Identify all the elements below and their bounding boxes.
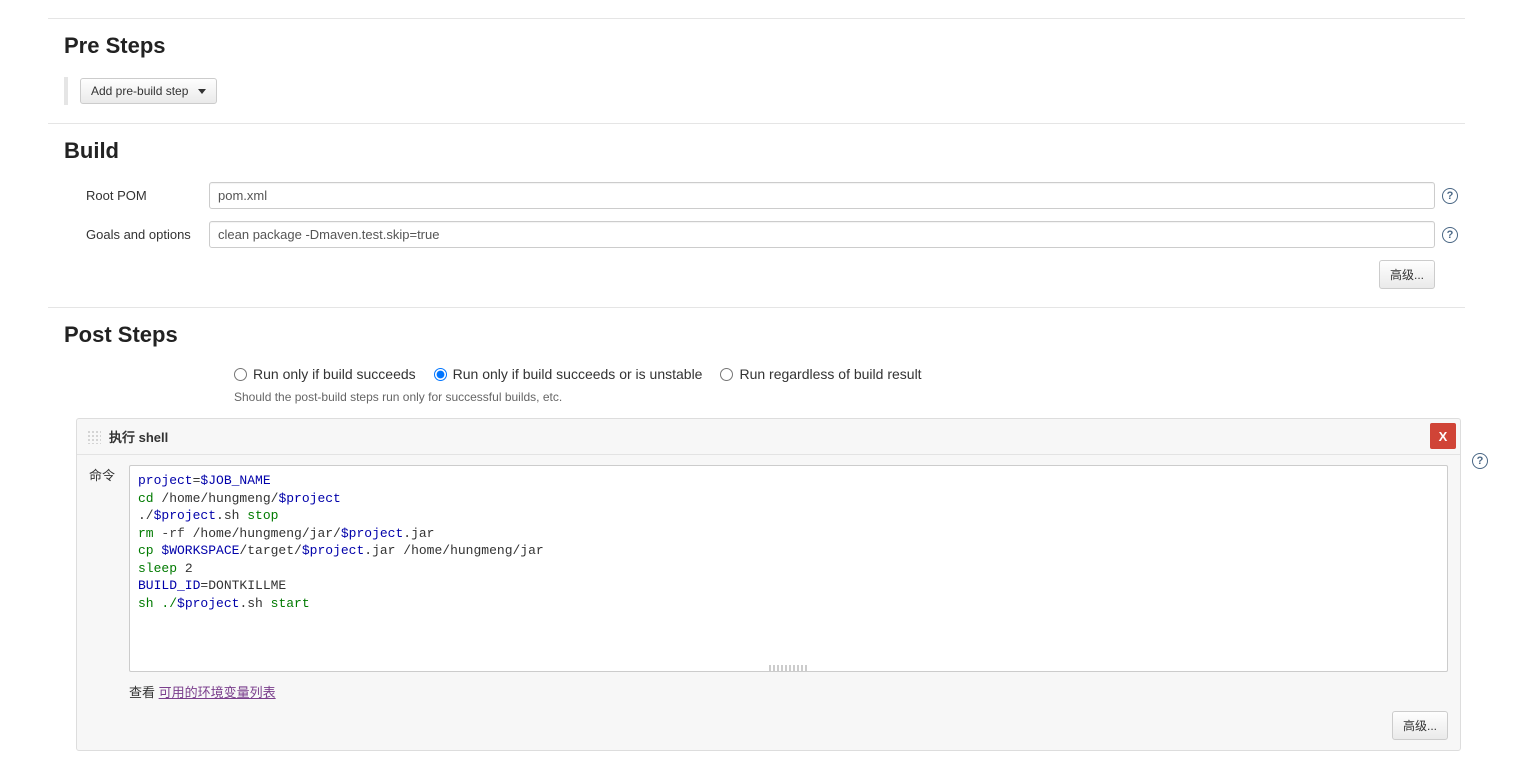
radio-unstable-input[interactable] [434, 368, 447, 381]
radio-unstable[interactable]: Run only if build succeeds or is unstabl… [434, 366, 703, 382]
radio-succeeds-label: Run only if build succeeds [253, 366, 416, 382]
post-steps-hint: Should the post-build steps run only for… [64, 390, 1465, 404]
drag-handle-icon[interactable] [87, 430, 101, 444]
pre-steps-title: Pre Steps [64, 33, 1465, 59]
delete-block-button[interactable]: X [1430, 423, 1456, 449]
resize-handle[interactable] [769, 665, 809, 671]
goals-label: Goals and options [64, 227, 209, 242]
chevron-down-icon [198, 89, 206, 94]
env-vars-prefix: 查看 [129, 685, 159, 700]
root-pom-input[interactable] [209, 182, 1435, 209]
radio-unstable-label: Run only if build succeeds or is unstabl… [453, 366, 703, 382]
radio-succeeds-input[interactable] [234, 368, 247, 381]
drag-marker [64, 77, 68, 105]
post-steps-title: Post Steps [64, 322, 1465, 348]
shell-command-textarea[interactable]: project=$JOB_NAMEcd /home/hungmeng/$proj… [129, 465, 1448, 672]
goals-input[interactable] [209, 221, 1435, 248]
radio-regardless-input[interactable] [720, 368, 733, 381]
shell-block: X ? 执行 shell 命令 project=$JOB_NAMEcd /hom… [76, 418, 1461, 751]
add-pre-build-step-label: Add pre-build step [91, 84, 188, 98]
shell-block-title: 执行 shell [109, 427, 168, 446]
command-label: 命令 [89, 465, 129, 672]
radio-regardless-label: Run regardless of build result [739, 366, 921, 382]
help-icon[interactable]: ? [1472, 453, 1488, 469]
radio-regardless[interactable]: Run regardless of build result [720, 366, 921, 382]
help-icon[interactable]: ? [1442, 188, 1458, 204]
help-icon[interactable]: ? [1442, 227, 1458, 243]
build-title: Build [64, 138, 1465, 164]
post-steps-radio-group: Run only if build succeeds Run only if b… [64, 366, 1465, 382]
root-pom-label: Root POM [64, 188, 209, 203]
build-advanced-button[interactable]: 高级... [1379, 260, 1435, 289]
add-pre-build-step-button[interactable]: Add pre-build step [80, 78, 217, 104]
env-vars-link[interactable]: 可用的环境变量列表 [159, 685, 276, 700]
radio-succeeds[interactable]: Run only if build succeeds [234, 366, 416, 382]
